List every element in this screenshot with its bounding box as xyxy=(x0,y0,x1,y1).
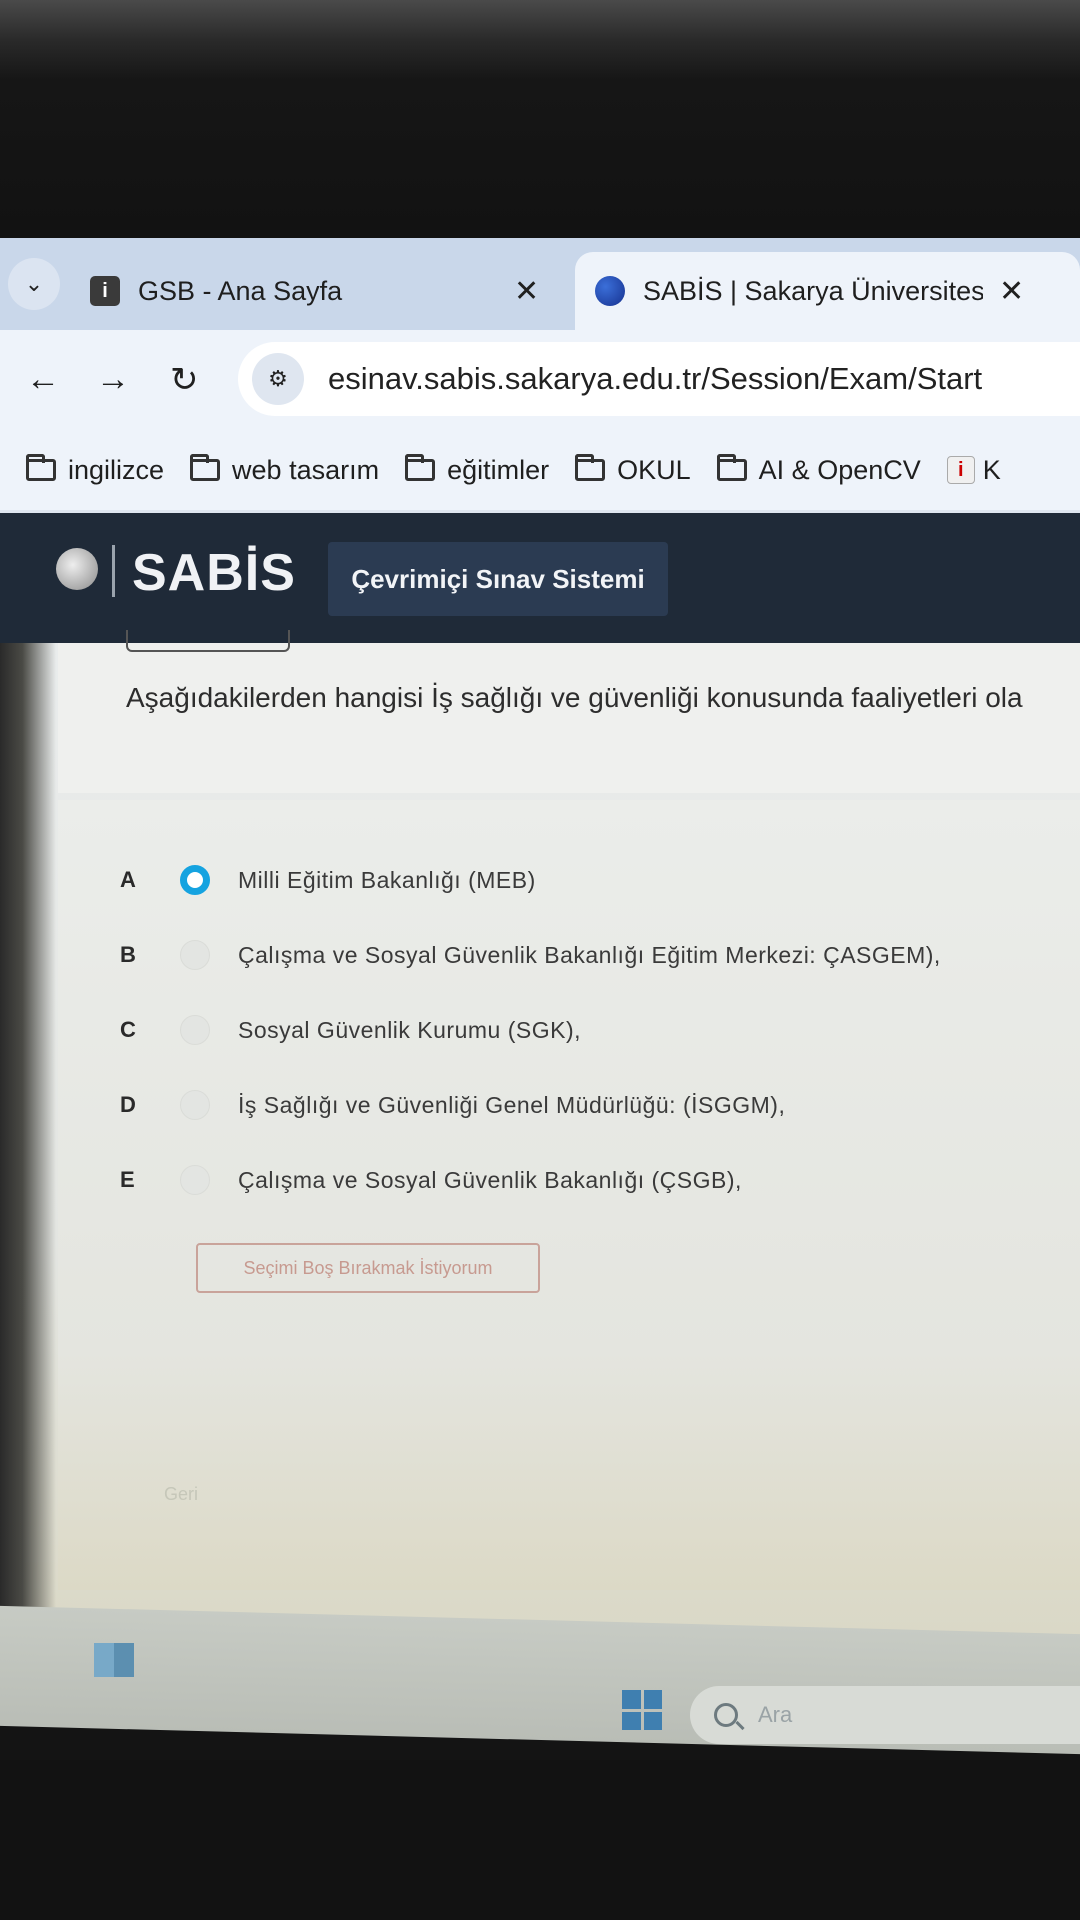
bookmark-label: web tasarım xyxy=(232,454,380,485)
start-tile xyxy=(643,1690,662,1709)
panel-tab xyxy=(126,630,290,652)
tab-title: SABİS | Sakarya Üniversitesi Bilg xyxy=(643,275,983,306)
bookmark-okul[interactable]: OKUL xyxy=(575,454,691,486)
option-letter: C xyxy=(120,1017,136,1042)
bookmark-ingilizce[interactable]: ingilizce xyxy=(26,454,165,486)
sabis-logo-icon xyxy=(56,548,98,590)
bookmark-label: K xyxy=(982,454,1001,485)
tab-title: GSB - Ana Sayfa xyxy=(138,275,343,306)
option-text: Çalışma ve Sosyal Güvenlik Bakanlığı (ÇS… xyxy=(238,1166,742,1193)
search-placeholder: Ara xyxy=(758,1702,793,1727)
radio-unselected[interactable] xyxy=(180,1090,210,1120)
page-shadow xyxy=(0,643,56,1643)
option-c[interactable]: C Sosyal Güvenlik Kurumu (SGK), xyxy=(120,1005,1080,1055)
start-tile xyxy=(643,1711,662,1730)
folder-icon xyxy=(405,454,436,481)
url-text: esinav.sabis.sakarya.edu.tr/Session/Exam… xyxy=(328,361,983,396)
close-icon[interactable]: ✕ xyxy=(514,274,539,309)
browser-chrome: ⌄ i GSB - Ana Sayfa ✕ SABİS | Sakarya Ün… xyxy=(0,238,1080,513)
logo-divider xyxy=(112,545,115,597)
browser-toolbar: ← → ↻ ⚙ esinav.sabis.sakarya.edu.tr/Sess… xyxy=(0,330,1080,430)
start-tile xyxy=(622,1711,641,1730)
radio-unselected[interactable] xyxy=(180,1015,210,1045)
option-text: İş Sağlığı ve Güvenliği Genel Müdürlüğü:… xyxy=(238,1091,786,1118)
system-title[interactable]: Çevrimiçi Sınav Sistemi xyxy=(328,542,668,616)
radio-unselected[interactable] xyxy=(180,940,210,970)
back-button[interactable]: Geri xyxy=(164,1484,198,1505)
tab-strip: ⌄ i GSB - Ana Sayfa ✕ SABİS | Sakarya Ün… xyxy=(0,238,1080,330)
back-arrow-icon[interactable]: ← xyxy=(26,360,60,399)
start-tile xyxy=(622,1690,641,1709)
address-bar[interactable]: ⚙ esinav.sabis.sakarya.edu.tr/Session/Ex… xyxy=(238,342,1080,416)
info-icon: i xyxy=(90,276,120,306)
widgets-icon[interactable] xyxy=(94,1643,134,1677)
sabis-logo[interactable]: SABİS xyxy=(132,543,296,603)
option-letter: A xyxy=(120,867,136,892)
option-text: Milli Eğitim Bakanlığı (MEB) xyxy=(238,866,536,893)
info-icon: i xyxy=(946,456,975,484)
chevron-down-icon: ⌄ xyxy=(24,271,44,296)
radio-selected[interactable] xyxy=(180,865,210,895)
bookmark-label: ingilizce xyxy=(68,454,165,485)
tab-gsb[interactable]: i GSB - Ana Sayfa ✕ xyxy=(80,252,560,330)
tab-sabis[interactable]: SABİS | Sakarya Üniversitesi Bilg ✕ xyxy=(575,252,1080,330)
bookmark-k[interactable]: i K xyxy=(946,454,1001,486)
question-panel xyxy=(58,643,1080,793)
taskbar-search[interactable]: Ara xyxy=(690,1686,1080,1744)
folder-icon xyxy=(26,454,56,481)
bookmark-ai-opencv[interactable]: AI & OpenCV xyxy=(716,454,921,486)
skip-answer-button[interactable]: Seçimi Boş Bırakmak İstiyorum xyxy=(196,1243,540,1293)
monitor-bezel-bottom xyxy=(0,1760,1080,1920)
reload-icon[interactable]: ↻ xyxy=(170,360,199,400)
monitor-bezel-top xyxy=(0,0,1080,238)
bookmark-label: eğitimler xyxy=(447,454,550,485)
globe-icon xyxy=(595,276,625,306)
option-letter: D xyxy=(120,1092,136,1117)
option-b[interactable]: B Çalışma ve Sosyal Güvenlik Bakanlığı E… xyxy=(120,930,1080,980)
forward-arrow-icon[interactable]: → xyxy=(96,360,130,399)
option-text: Çalışma ve Sosyal Güvenlik Bakanlığı Eği… xyxy=(238,941,941,968)
option-text: Sosyal Güvenlik Kurumu (SGK), xyxy=(238,1016,582,1043)
bookmark-label: AI & OpenCV xyxy=(758,454,921,485)
option-letter: B xyxy=(120,942,136,967)
option-e[interactable]: E Çalışma ve Sosyal Güvenlik Bakanlığı (… xyxy=(120,1155,1080,1205)
option-a[interactable]: A Milli Eğitim Bakanlığı (MEB) xyxy=(120,855,1080,905)
option-d[interactable]: D İş Sağlığı ve Güvenliği Genel Müdürlüğ… xyxy=(120,1080,1080,1130)
bookmark-egitimler[interactable]: eğitimler xyxy=(405,454,550,486)
bookmark-label: OKUL xyxy=(617,454,691,485)
windows-start-icon[interactable] xyxy=(622,1690,662,1730)
folder-icon xyxy=(575,454,606,481)
folder-icon xyxy=(190,454,221,481)
question-text: Aşağıdakilerden hangisi İş sağlığı ve gü… xyxy=(126,682,1023,713)
bookmark-web-tasarim[interactable]: web tasarım xyxy=(190,454,380,486)
search-icon xyxy=(714,1703,738,1727)
option-letter: E xyxy=(120,1167,135,1192)
folder-icon xyxy=(716,454,747,481)
tab-search-button[interactable]: ⌄ xyxy=(8,258,60,310)
bookmarks-bar: ingilizce web tasarım eğitimler OKUL AI … xyxy=(0,430,1080,510)
close-icon[interactable]: ✕ xyxy=(999,274,1024,309)
radio-unselected[interactable] xyxy=(180,1165,210,1195)
site-settings-icon[interactable]: ⚙ xyxy=(252,353,304,405)
